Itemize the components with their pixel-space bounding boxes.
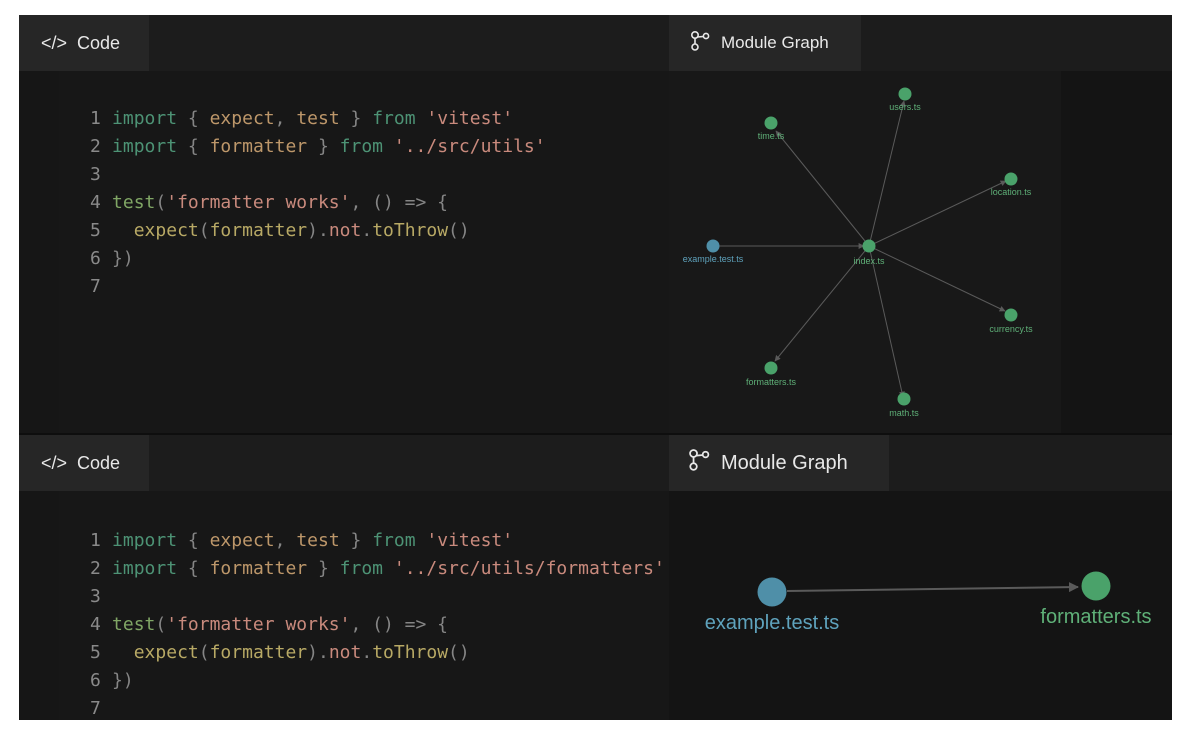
code-line: 2 import { formatter } from '../src/utils…: [19, 105, 546, 157]
code-line: 4 test('formatter works', () => {: [19, 583, 448, 635]
svg-text:formatters.ts: formatters.ts: [746, 377, 797, 387]
code-editor-bottom[interactable]: 1 import { expect, test } from 'vitest' 2…: [19, 491, 669, 720]
line-number: 7: [90, 698, 101, 719]
svg-text:example.test.ts: example.test.ts: [683, 254, 744, 264]
code-line: 4 test('formatter works', () => {: [19, 161, 448, 213]
code-line: 5 expect(formatter).not.toThrow(): [19, 189, 470, 241]
code-icon: </>: [41, 452, 68, 473]
code-tabbar-bottom: </> Code: [19, 435, 669, 491]
screenshot-frame: </> Code 1 import { expect, test } from '…: [19, 15, 1172, 720]
module-graph-tab-label: Module Graph: [721, 33, 829, 52]
code-line: 3: [19, 555, 112, 607]
svg-text:formatters.ts: formatters.ts: [1040, 606, 1151, 628]
svg-text:location.ts: location.ts: [991, 187, 1032, 197]
code-tabbar-top: </> Code: [19, 15, 669, 71]
graph-node-formatters[interactable]: formatters.ts: [1040, 571, 1152, 629]
module-graph-tab-top[interactable]: Module Graph: [669, 15, 861, 71]
code-line: 1 import { expect, test } from 'vitest': [19, 499, 513, 551]
code-tab-top[interactable]: </> Code: [19, 15, 149, 71]
module-graph-tab-label: Module Graph: [721, 451, 848, 474]
svg-text:index.ts: index.ts: [853, 256, 885, 266]
svg-text:example.test.ts: example.test.ts: [705, 612, 840, 634]
code-editor-top[interactable]: 1 import { expect, test } from 'vitest' 2…: [19, 71, 669, 433]
code-icon: </>: [41, 32, 68, 53]
code-line: 7: [19, 245, 112, 297]
module-graph-icon: [689, 30, 711, 57]
code-line: 5 expect(formatter).not.toThrow(): [19, 611, 470, 663]
svg-text:users.ts: users.ts: [889, 102, 921, 112]
code-line: 1 import { expect, test } from 'vitest': [19, 77, 513, 129]
graph-canvas: users.ts time.ts location.ts example.tes…: [669, 71, 1061, 433]
module-graph-top[interactable]: users.ts time.ts location.ts example.tes…: [669, 71, 1172, 433]
code-tab-label: Code: [77, 452, 121, 473]
module-graph-icon: [687, 448, 711, 478]
code-line: 2 import { formatter } from '../src/utils…: [19, 527, 665, 579]
graph-tabbar-bottom: Module Graph: [669, 435, 1172, 491]
module-graph-bottom[interactable]: example.test.ts formatters.ts: [669, 491, 1172, 720]
code-line: 6}): [19, 217, 134, 269]
svg-text:math.ts: math.ts: [889, 408, 919, 418]
svg-text:time.ts: time.ts: [758, 131, 785, 141]
module-graph-tab-bottom[interactable]: Module Graph: [669, 435, 889, 491]
code-line: 3: [19, 133, 112, 185]
code-tab-label: Code: [77, 32, 121, 53]
graph-edge: [786, 582, 1079, 593]
code-line: 6}): [19, 639, 134, 691]
line-number: 7: [90, 276, 101, 297]
svg-text:currency.ts: currency.ts: [989, 324, 1033, 334]
graph-canvas: example.test.ts formatters.ts: [705, 571, 1152, 635]
code-tab-bottom[interactable]: </> Code: [19, 435, 149, 491]
code-line: 7: [19, 667, 112, 719]
graph-tabbar-top: Module Graph: [669, 15, 1172, 71]
graph-node-example-test[interactable]: example.test.ts: [705, 577, 840, 635]
